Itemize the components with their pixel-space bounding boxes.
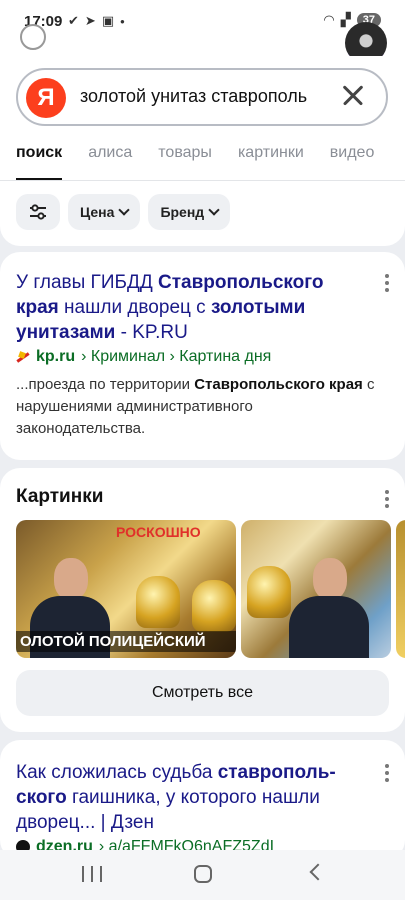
system-navigation-bar xyxy=(0,850,405,900)
chevron-down-icon xyxy=(118,204,131,216)
person-image xyxy=(289,558,369,658)
search-result-card: У главы ГИБДД Ставропольского края нашли… xyxy=(0,252,405,460)
telegram-icon: ➤ xyxy=(84,13,96,28)
notification-icons: ✔ ➤ ▣ • xyxy=(68,13,125,29)
download-icon: ▣ xyxy=(101,13,115,28)
filter-settings-button[interactable] xyxy=(16,194,60,230)
search-panel: Я золотой унитаз ставрополь поиск алиса … xyxy=(0,56,405,246)
filter-bar: Цена Бренд xyxy=(16,194,231,230)
images-block-title: Картинки xyxy=(16,486,104,507)
tab-search[interactable]: поиск xyxy=(16,144,63,180)
check-circle-icon: ✔ xyxy=(68,13,79,28)
brand-filter-label: Бренд xyxy=(160,204,205,220)
price-filter-label: Цена xyxy=(80,204,115,220)
toilet-image xyxy=(192,580,236,632)
services-icon[interactable] xyxy=(20,24,46,50)
more-options-icon[interactable] xyxy=(385,764,389,785)
result-domain: kp.ru xyxy=(36,348,76,365)
price-filter-button[interactable]: Цена xyxy=(68,194,141,230)
brand-filter-button[interactable]: Бренд xyxy=(148,194,231,230)
yandex-logo-icon[interactable]: Я xyxy=(26,78,66,118)
back-icon[interactable] xyxy=(309,863,327,881)
toilet-image xyxy=(136,576,180,628)
dot-icon: • xyxy=(120,13,125,29)
tab-alice[interactable]: алиса xyxy=(88,144,132,162)
images-block: Картинки РОСКОШНО ОЛОТОЙ ПОЛИЦЕЙСКИЙ Смо… xyxy=(0,468,405,732)
image-thumbnail[interactable] xyxy=(241,520,391,658)
kp-favicon-icon xyxy=(16,350,30,364)
more-options-icon[interactable] xyxy=(385,274,389,295)
status-bar: 17:09 ✔ ➤ ▣ • ◠ ▞ 37 xyxy=(0,0,405,40)
sink-image xyxy=(247,566,291,618)
wifi-icon: ◠ xyxy=(323,12,335,27)
home-icon[interactable] xyxy=(194,865,212,883)
clear-icon[interactable] xyxy=(338,80,368,110)
sliders-icon xyxy=(30,204,46,220)
result-title-link[interactable]: Как сложилась судьба ставрополь-ского га… xyxy=(16,760,366,835)
result-breadcrumb: › Криминал › Картина дня xyxy=(81,348,272,365)
search-query[interactable]: золотой унитаз ставрополь xyxy=(80,86,307,107)
tab-products[interactable]: товары xyxy=(158,144,212,162)
image-thumbnail[interactable] xyxy=(396,520,405,658)
search-result-card: Как сложилась судьба ставрополь-ского га… xyxy=(0,740,405,860)
result-snippet: ...проезда по территории Ставропольского… xyxy=(16,376,375,437)
tab-video[interactable]: видео xyxy=(330,144,375,162)
recent-apps-icon[interactable] xyxy=(82,866,102,882)
tab-images[interactable]: картинки xyxy=(238,144,304,162)
signal-icon: ▞ xyxy=(340,12,351,27)
search-input[interactable]: Я золотой унитаз ставрополь xyxy=(16,68,388,126)
result-url[interactable]: kp.ru › Криминал › Картина дня xyxy=(16,348,271,366)
chevron-down-icon xyxy=(208,204,220,216)
result-title-link[interactable]: У главы ГИБДД Ставропольского края нашли… xyxy=(16,270,366,345)
header-stub xyxy=(0,22,405,64)
more-options-icon[interactable] xyxy=(385,490,389,511)
search-tabs: поиск алиса товары картинки видео xyxy=(16,144,375,180)
tabs-divider xyxy=(0,180,405,181)
thumbnail-caption: ОЛОТОЙ ПОЛИЦЕЙСКИЙ xyxy=(16,631,236,652)
see-all-button[interactable]: Смотреть все xyxy=(16,670,389,716)
thumbnail-top-text: РОСКОШНО xyxy=(116,524,201,540)
image-thumbnail[interactable]: РОСКОШНО ОЛОТОЙ ПОЛИЦЕЙСКИЙ xyxy=(16,520,236,658)
